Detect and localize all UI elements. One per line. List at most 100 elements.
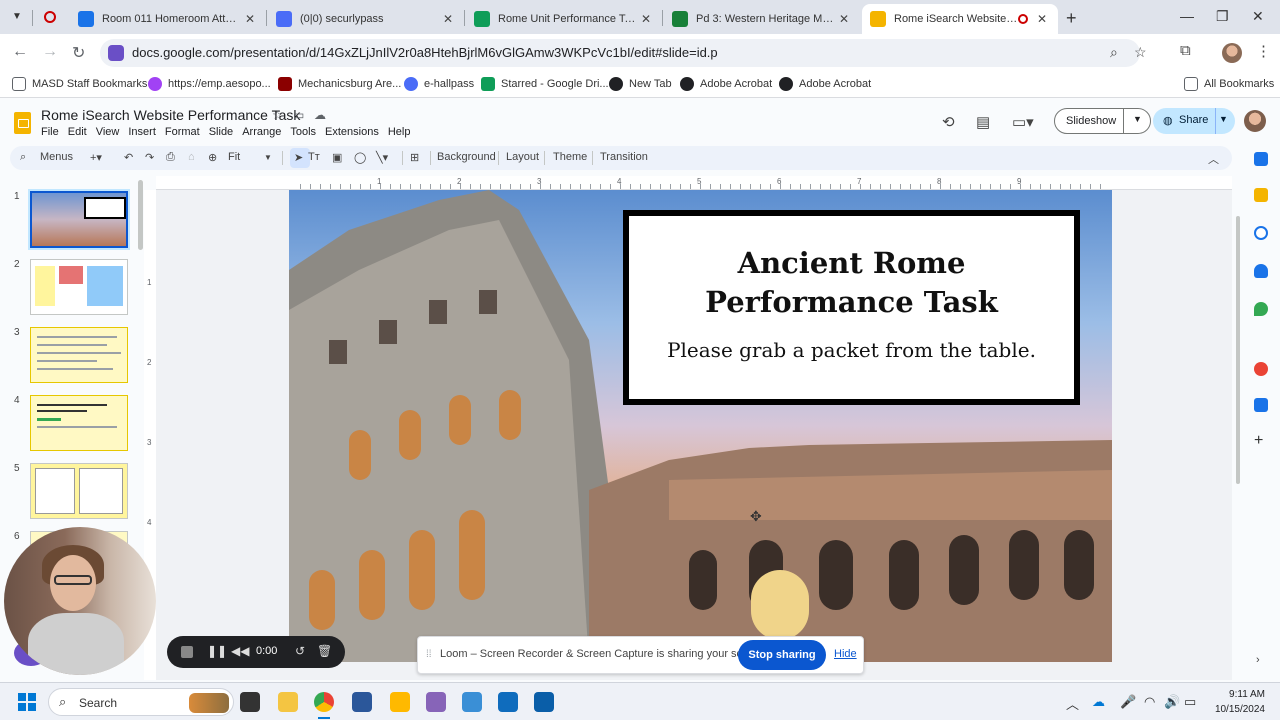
slide-title[interactable]: Ancient Rome Performance Task: [629, 244, 1074, 322]
account-avatar[interactable]: [1244, 110, 1266, 132]
stop-recording-icon[interactable]: [181, 646, 193, 658]
addon-icon[interactable]: [1254, 398, 1268, 412]
back-arrow-icon[interactable]: ←: [12, 43, 28, 61]
chevron-down-icon[interactable]: ▼: [1219, 114, 1228, 124]
theme-button[interactable]: Theme: [553, 151, 587, 163]
address-bar[interactable]: docs.google.com/presentation/d/14GxZLjJn…: [100, 39, 1147, 67]
microphone-icon[interactable]: 🎤: [1120, 694, 1136, 710]
windows-start-icon[interactable]: [18, 693, 36, 711]
paint-format-icon[interactable]: ⌂: [188, 151, 195, 163]
taskbar-search[interactable]: ⌕ Search: [48, 688, 234, 716]
outlook-new-icon[interactable]: [534, 692, 554, 712]
url-text[interactable]: docs.google.com/presentation/d/14GxZLjJn…: [132, 45, 718, 60]
menu-slide[interactable]: Slide: [209, 126, 233, 138]
slideshow-button[interactable]: Slideshow ▼: [1054, 108, 1151, 134]
search-menus[interactable]: Menus: [40, 151, 73, 163]
add-comment-icon[interactable]: ⊞: [410, 151, 419, 164]
move-folder-icon[interactable]: ▭: [293, 108, 304, 122]
tab-search-chevron-icon[interactable]: ▼: [8, 8, 26, 26]
chevron-down-icon[interactable]: ▼: [264, 153, 272, 162]
slide-thumbnail-4[interactable]: [30, 395, 128, 451]
insert-image-icon[interactable]: ▣: [332, 151, 342, 164]
volume-icon[interactable]: 🔊: [1164, 694, 1180, 710]
get-addons-plus-icon[interactable]: +: [1254, 432, 1263, 450]
webcam-bubble[interactable]: [4, 527, 156, 675]
wifi-icon[interactable]: ◠: [1144, 694, 1155, 710]
chevron-down-icon[interactable]: ▼: [1133, 114, 1142, 124]
slide-thumbnail-5[interactable]: [30, 463, 128, 519]
version-history-icon[interactable]: ⟲: [942, 113, 955, 131]
bookmark-aesop[interactable]: https://emp.aesopo...: [148, 77, 271, 91]
new-slide-plus-icon[interactable]: +▾: [90, 151, 102, 164]
layout-button[interactable]: Layout: [506, 151, 539, 163]
browser-tab-securlypass[interactable]: (0|0) securlypass ✕: [268, 4, 464, 34]
bookmark-new-tab[interactable]: New Tab: [609, 77, 672, 91]
close-window-icon[interactable]: ✕: [1252, 8, 1264, 25]
browser-menu-kebab-icon[interactable]: ⋮: [1256, 42, 1271, 60]
battery-icon[interactable]: ▭: [1184, 694, 1196, 710]
zoom-icon[interactable]: ⊕: [208, 151, 217, 164]
menu-file[interactable]: File: [41, 126, 59, 138]
close-icon[interactable]: ✕: [1034, 12, 1050, 26]
extensions-puzzle-icon[interactable]: ⧉: [1180, 42, 1191, 59]
menu-view[interactable]: View: [96, 126, 120, 138]
side-panel-chevron-right-icon[interactable]: ›: [1256, 654, 1260, 666]
collapse-toolbar-chevron-up-icon[interactable]: ︿: [1208, 151, 1219, 167]
zoom-magnifier-icon[interactable]: ⌕: [1110, 44, 1118, 61]
show-hidden-icons-chevron-up-icon[interactable]: ︿: [1066, 694, 1079, 713]
bookmark-starred-drive[interactable]: Starred - Google Dri...: [481, 77, 609, 91]
all-bookmarks[interactable]: All Bookmarks: [1184, 77, 1274, 91]
bookmark-folder-masd[interactable]: MASD Staff Bookmarks: [12, 77, 147, 91]
onedrive-cloud-icon[interactable]: ☁: [1092, 694, 1105, 710]
stop-sharing-button[interactable]: Stop sharing: [738, 640, 826, 670]
browser-tab-rome-isearch[interactable]: Rome iSearch Website Perfo ✕: [862, 4, 1058, 34]
menu-help[interactable]: Help: [388, 126, 411, 138]
menu-insert[interactable]: Insert: [128, 126, 156, 138]
redo-icon[interactable]: ↷: [145, 151, 154, 164]
undo-icon[interactable]: ↶: [124, 151, 133, 164]
browser-tab-rome-unit-performance[interactable]: Rome Unit Performance Task W ✕: [466, 4, 662, 34]
forward-arrow-icon[interactable]: →: [42, 43, 58, 61]
snipping-tool-icon[interactable]: [426, 692, 446, 712]
bookmark-star-icon[interactable]: ☆: [1134, 44, 1147, 61]
close-icon[interactable]: ✕: [440, 12, 456, 26]
word-icon[interactable]: [352, 692, 372, 712]
filmstrip-scrollbar[interactable]: [138, 180, 143, 250]
share-button[interactable]: ◍ Share ▼: [1153, 108, 1235, 134]
menu-format[interactable]: Format: [165, 126, 200, 138]
calendar-icon[interactable]: [1254, 152, 1268, 166]
transition-button[interactable]: Transition: [600, 151, 648, 163]
browser-tab-western-heritage[interactable]: Pd 3: Western Heritage Mrs. Ha ✕: [664, 4, 860, 34]
hide-link[interactable]: Hide: [834, 648, 857, 660]
keep-icon[interactable]: [1254, 188, 1268, 202]
search-icon[interactable]: ⌕: [20, 151, 26, 164]
bookmark-adobe-acrobat-1[interactable]: Adobe Acrobat: [680, 77, 772, 91]
maps-icon[interactable]: [1254, 302, 1268, 316]
tasks-icon[interactable]: [1254, 226, 1268, 240]
close-icon[interactable]: ✕: [836, 12, 852, 26]
menu-edit[interactable]: Edit: [68, 126, 87, 138]
star-icon[interactable]: ☆: [272, 108, 283, 122]
document-title[interactable]: Rome iSearch Website Performance Task: [41, 107, 300, 123]
slide-title-box[interactable]: Ancient Rome Performance Task Please gra…: [623, 210, 1080, 405]
contacts-icon[interactable]: [1254, 264, 1268, 278]
drag-handle-icon[interactable]: ⁞⁞: [426, 649, 432, 660]
close-icon[interactable]: ✕: [242, 12, 258, 26]
bookmark-mechanicsburg[interactable]: Mechanicsburg Are...: [278, 77, 401, 91]
menu-extensions[interactable]: Extensions: [325, 126, 379, 138]
minimize-icon[interactable]: —: [1180, 8, 1194, 24]
print-icon[interactable]: ⎙: [166, 151, 175, 164]
profile-avatar[interactable]: [1222, 43, 1242, 63]
pause-icon[interactable]: ❚❚: [207, 644, 227, 658]
comments-icon[interactable]: ▤: [976, 113, 990, 131]
menu-arrange[interactable]: Arrange: [242, 126, 281, 138]
reload-icon[interactable]: ↻: [72, 43, 85, 63]
chrome-icon[interactable]: [314, 692, 334, 712]
menu-tools[interactable]: Tools: [290, 126, 316, 138]
calendar-app-icon[interactable]: [462, 692, 482, 712]
file-explorer-icon[interactable]: [278, 692, 298, 712]
zoom-select[interactable]: Fit: [228, 151, 240, 163]
line-icon[interactable]: ╲▾: [376, 151, 388, 164]
slide-thumbnail-1[interactable]: [28, 189, 130, 250]
restore-icon[interactable]: ❐: [1216, 8, 1229, 25]
